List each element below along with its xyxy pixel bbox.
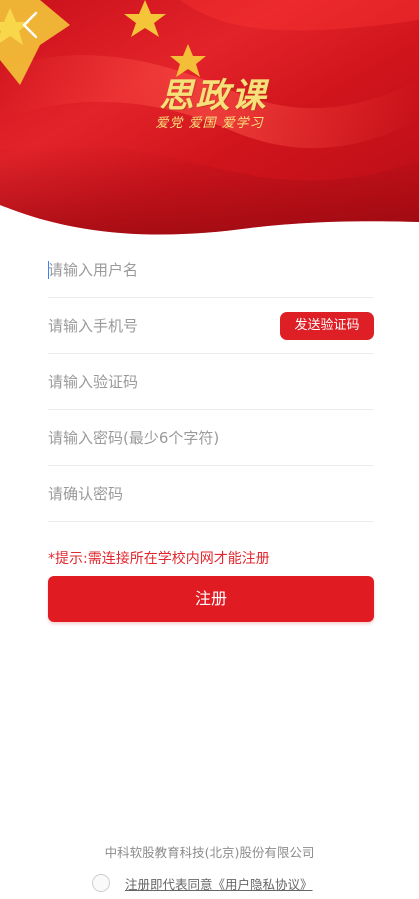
- phone-row: 发送验证码: [48, 298, 374, 354]
- agreement-prefix: 注册即代表同意: [125, 876, 213, 892]
- send-code-button[interactable]: 发送验证码: [280, 312, 374, 340]
- confirm-password-row: [48, 466, 374, 522]
- agreement-link[interactable]: 注册即代表同意《用户隐私协议》: [125, 874, 313, 893]
- confirm-password-input[interactable]: [48, 466, 374, 521]
- code-row: [48, 354, 374, 410]
- chevron-left-icon: [22, 11, 38, 39]
- company-name: 中科软股教育科技(北京)股份有限公司: [104, 845, 315, 860]
- username-input[interactable]: [48, 242, 374, 297]
- verification-code-input[interactable]: [48, 354, 374, 409]
- intranet-notice: *提示:需连接所在学校内网才能注册: [48, 551, 270, 567]
- logo-slogan: 爱党 爱国 爱学习: [155, 116, 264, 131]
- register-button[interactable]: 注册: [48, 576, 374, 622]
- privacy-policy-link[interactable]: 《用户隐私协议》: [213, 877, 313, 892]
- logo-title: 思政课: [159, 76, 268, 116]
- agreement-checkbox[interactable]: [92, 874, 110, 892]
- password-row: [48, 410, 374, 466]
- header-banner: 思政课 爱党 爱国 爱学习: [0, 0, 419, 240]
- back-button[interactable]: [14, 8, 48, 42]
- register-form: 发送验证码: [48, 242, 374, 522]
- password-input[interactable]: [48, 410, 374, 465]
- agreement-row: 注册即代表同意《用户隐私协议》: [92, 872, 313, 894]
- username-row: [48, 242, 374, 298]
- phone-input[interactable]: [48, 298, 268, 353]
